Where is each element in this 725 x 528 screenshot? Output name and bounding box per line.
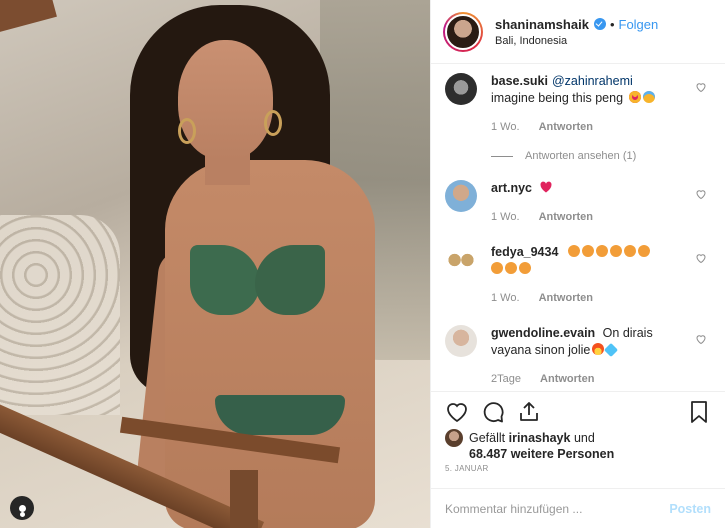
comment-like-heart-icon[interactable] bbox=[695, 188, 707, 200]
photo-wood-beam bbox=[0, 0, 57, 35]
comment-like-heart-icon[interactable] bbox=[695, 252, 707, 264]
photo-wood-post bbox=[230, 470, 258, 528]
post-photo[interactable] bbox=[0, 0, 430, 528]
photo-earring-left bbox=[178, 118, 196, 144]
red-heart-emoji-icon bbox=[540, 181, 553, 193]
heart-hands-emoji-icon bbox=[505, 262, 517, 274]
photo-face bbox=[178, 40, 273, 160]
author-avatar[interactable] bbox=[443, 11, 483, 52]
comment-time[interactable]: 1 Wo. bbox=[491, 121, 520, 133]
comment-item: base.suki @zahinrahemi imagine being this… bbox=[445, 73, 711, 136]
heart-hands-emoji-icon bbox=[519, 262, 531, 274]
photo-figure bbox=[165, 160, 375, 528]
heart-hands-emoji-icon bbox=[581, 245, 594, 257]
post-actions: Gefällt irinashayk und 68.487 weitere Pe… bbox=[431, 391, 725, 461]
comment-text: imagine being this peng bbox=[491, 91, 624, 105]
post-header: shaninamshaik • Folgen Bali, Indonesia bbox=[431, 0, 725, 64]
post-date[interactable]: 5. JANUAR bbox=[445, 464, 489, 473]
post-location[interactable]: Bali, Indonesia bbox=[495, 35, 658, 47]
post-side-panel: shaninamshaik • Folgen Bali, Indonesia b… bbox=[430, 0, 725, 528]
comment-item: fedya_9434 1 Wo. Antworten bbox=[445, 244, 711, 307]
comment-like-heart-icon[interactable] bbox=[695, 81, 707, 93]
likes-prefix: Gefällt bbox=[469, 431, 506, 445]
heart-hands-emoji-icon bbox=[623, 245, 636, 257]
photo-stone-wall bbox=[0, 215, 120, 415]
heart-eyes-emoji-icon bbox=[628, 91, 641, 103]
fire-emoji-icon bbox=[592, 343, 605, 355]
heart-hands-emoji-icon bbox=[637, 245, 650, 257]
likes-summary: Gefällt irinashayk und 68.487 weitere Pe… bbox=[445, 429, 711, 462]
comment-avatar[interactable] bbox=[445, 73, 477, 105]
liker-username[interactable]: irinashayk bbox=[509, 431, 571, 445]
comment-icon bbox=[483, 402, 504, 423]
heart-hands-emoji-icon bbox=[491, 262, 503, 274]
comment-reply-button[interactable]: Antworten bbox=[540, 373, 594, 385]
comment-username[interactable]: base.suki bbox=[491, 74, 548, 88]
likes-count[interactable]: 68.487 weitere Personen bbox=[469, 447, 614, 461]
comment-item: gwendoline.evain On dirais vayana sinon … bbox=[445, 325, 711, 388]
comment-avatar[interactable] bbox=[445, 180, 477, 212]
comment-mention[interactable]: @zahinrahemi bbox=[552, 74, 633, 88]
comment-button[interactable] bbox=[481, 400, 505, 424]
comment-username[interactable]: art.nyc bbox=[491, 181, 532, 195]
user-tag-icon[interactable] bbox=[10, 496, 34, 520]
photo-earring-right bbox=[264, 110, 282, 136]
author-username[interactable]: shaninamshaik bbox=[495, 17, 589, 32]
view-replies-label: Antworten ansehen (1) bbox=[525, 150, 637, 162]
comment-username[interactable]: gwendoline.evain bbox=[491, 326, 595, 340]
photo-bikini-top-right bbox=[255, 245, 325, 315]
comment-username[interactable]: fedya_9434 bbox=[491, 245, 558, 259]
comment-avatar[interactable] bbox=[445, 244, 477, 276]
comment-time[interactable]: 1 Wo. bbox=[491, 292, 520, 304]
separator-dot: • bbox=[609, 16, 615, 32]
share-icon bbox=[520, 402, 538, 421]
comment-time[interactable]: 1 Wo. bbox=[491, 211, 520, 223]
comment-reply-button[interactable]: Antworten bbox=[539, 211, 593, 223]
comment-time[interactable]: 2Tage bbox=[491, 373, 521, 385]
comments-list[interactable]: base.suki @zahinrahemi imagine being this… bbox=[431, 65, 725, 391]
comment-item: art.nyc 1 Wo. Antworten bbox=[445, 180, 711, 226]
crying-emoji-icon bbox=[642, 91, 655, 103]
view-replies-line bbox=[491, 155, 513, 157]
comment-avatar[interactable] bbox=[445, 325, 477, 357]
comment-input[interactable] bbox=[445, 501, 662, 516]
verified-badge-icon bbox=[593, 18, 606, 30]
likes-connector: und bbox=[573, 431, 595, 445]
comment-like-heart-icon[interactable] bbox=[695, 333, 707, 345]
follow-button[interactable]: Folgen bbox=[619, 17, 659, 32]
post-comment-button[interactable]: Posten bbox=[669, 502, 711, 516]
add-comment-bar: Posten bbox=[431, 488, 725, 528]
share-button[interactable] bbox=[517, 400, 541, 424]
heart-hands-emoji-icon bbox=[609, 245, 622, 257]
comment-reply-button[interactable]: Antworten bbox=[539, 292, 593, 304]
bookmark-icon bbox=[691, 401, 707, 423]
save-button[interactable] bbox=[687, 400, 711, 424]
photo-bikini-bottom bbox=[215, 395, 345, 435]
comment-reply-button[interactable]: Antworten bbox=[539, 121, 593, 133]
heart-hands-emoji-icon bbox=[567, 245, 580, 257]
view-replies-toggle[interactable]: Antworten ansehen (1) bbox=[491, 150, 711, 162]
gem-emoji-icon bbox=[604, 342, 619, 358]
heart-hands-emoji-icon bbox=[595, 245, 608, 257]
liker-avatar[interactable] bbox=[445, 429, 463, 447]
heart-icon bbox=[447, 403, 467, 423]
like-button[interactable] bbox=[445, 400, 469, 424]
